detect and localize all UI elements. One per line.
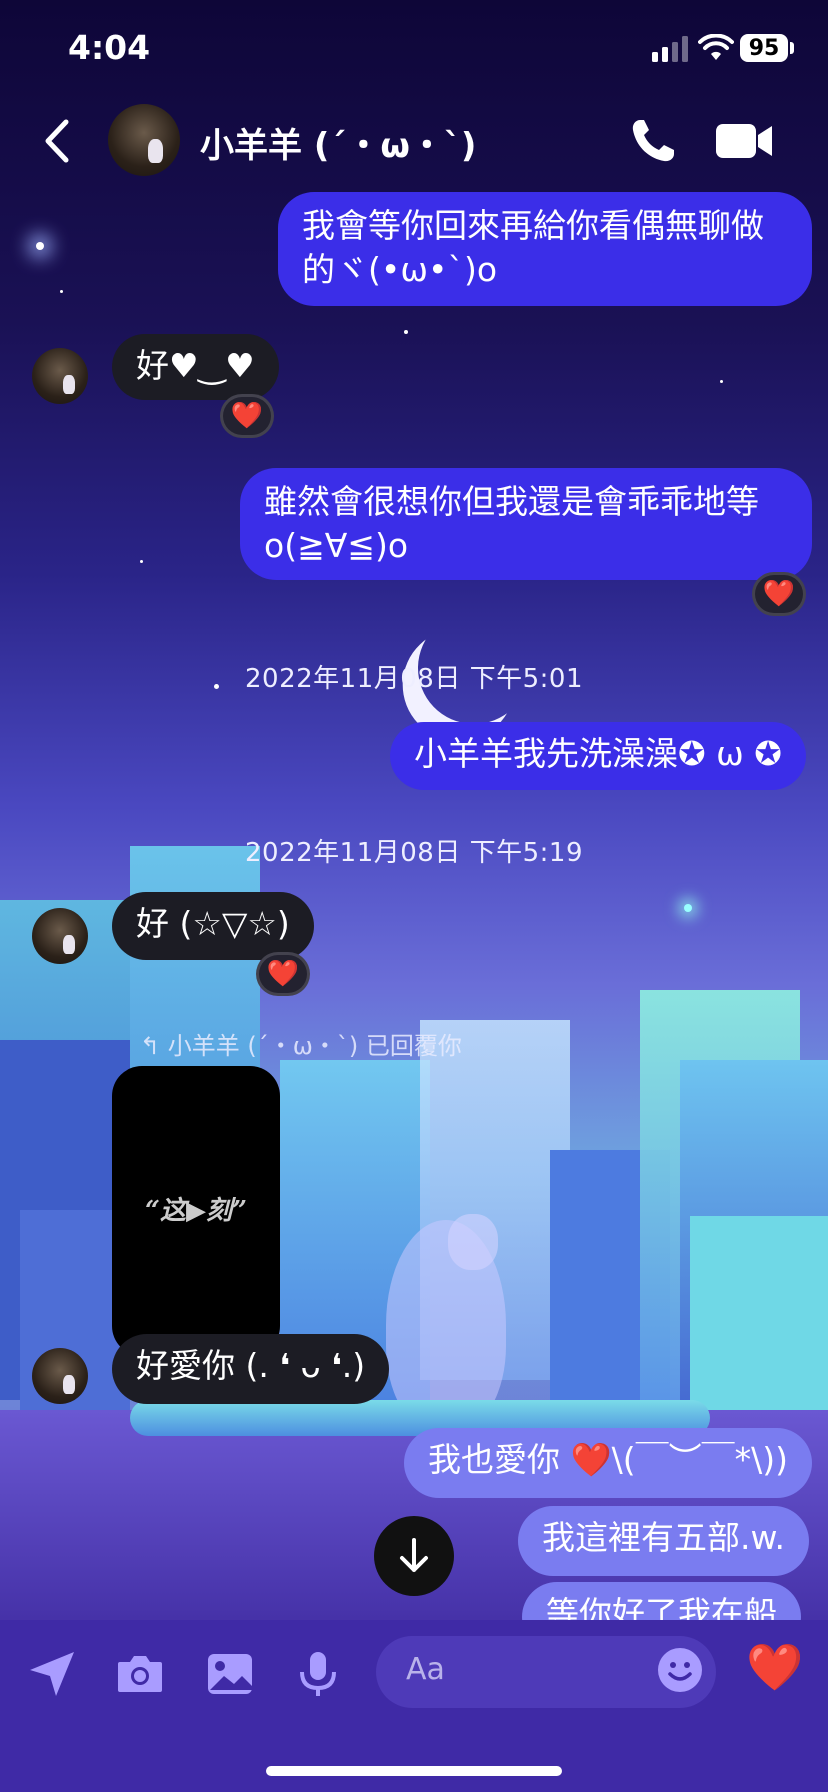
chat-screen: 4:04 95 小羊羊 (´・ω・`) 我會等你回來再給你看偶無聊做 的ヾ(•ω… xyxy=(0,0,828,1792)
outgoing-message[interactable]: 我會等你回來再給你看偶無聊做 的ヾ(•ω•`)o xyxy=(278,192,812,306)
like-heart-button[interactable]: ❤️ xyxy=(746,1640,803,1695)
outgoing-message[interactable]: 我這裡有五部.w. xyxy=(518,1506,809,1576)
reply-arrow-icon: ↰ xyxy=(140,1032,168,1060)
location-arrow-icon[interactable] xyxy=(26,1648,78,1700)
outgoing-message[interactable]: 小羊羊我先洗澡澡✪ ω ✪ xyxy=(390,722,806,790)
emoji-icon[interactable] xyxy=(656,1646,704,1694)
incoming-message[interactable]: 好 (☆▽☆) xyxy=(112,892,314,960)
contact-name[interactable]: 小羊羊 (´・ω・`) xyxy=(200,118,476,167)
video-call-icon[interactable] xyxy=(714,120,776,162)
incoming-message[interactable]: 好愛你 (. ❛ ᴗ ❛.) xyxy=(112,1334,390,1404)
message-text-line: 雖然會很想你但我還是會乖乖地等 xyxy=(264,482,759,521)
sender-avatar[interactable] xyxy=(32,1348,88,1404)
status-time: 4:04 xyxy=(68,28,151,67)
sender-avatar[interactable] xyxy=(32,908,88,964)
message-timestamp: 2022年11月08日 下午5:01 xyxy=(245,664,583,694)
reaction-heart[interactable]: ❤️ xyxy=(752,572,806,616)
home-indicator xyxy=(266,1766,562,1776)
message-input-placeholder: Aa xyxy=(406,1652,445,1687)
wifi-icon xyxy=(698,34,734,60)
camera-icon[interactable] xyxy=(114,1648,166,1700)
reply-note: ↰ 小羊羊 (´・ω・`) 已回覆你 xyxy=(140,1026,462,1061)
message-text-line: 的ヾ(•ω•`)o xyxy=(302,250,498,289)
outgoing-message[interactable]: 雖然會很想你但我還是會乖乖地等 o(≧∀≦)o xyxy=(240,468,812,580)
outgoing-message[interactable]: 我也愛你 ❤️\(￣︶￣*\)) xyxy=(404,1428,812,1498)
incoming-message[interactable]: 好♥‿♥ xyxy=(112,334,279,400)
cellular-signal-icon xyxy=(652,36,688,62)
gallery-image-icon[interactable] xyxy=(204,1648,256,1700)
contact-avatar[interactable] xyxy=(108,104,180,176)
scroll-to-bottom-button[interactable] xyxy=(374,1516,454,1596)
battery-tip xyxy=(790,42,794,54)
reply-note-text: 小羊羊 (´・ω・`) 已回覆你 xyxy=(167,1032,462,1060)
sender-avatar[interactable] xyxy=(32,348,88,404)
message-timestamp: 2022年11月08日 下午5:19 xyxy=(245,838,583,868)
arrow-down-icon xyxy=(400,1538,428,1572)
reaction-heart[interactable]: ❤️ xyxy=(220,394,274,438)
back-chevron-icon[interactable] xyxy=(40,118,74,164)
phone-call-icon[interactable] xyxy=(628,116,678,166)
video-message-thumbnail[interactable]: “这▶刻” xyxy=(112,1066,280,1356)
video-caption: “这▶刻” xyxy=(145,1196,247,1226)
message-text-line: 我會等你回來再給你看偶無聊做 xyxy=(302,206,764,245)
message-text-line: o(≧∀≦)o xyxy=(264,526,409,565)
battery-indicator: 95 xyxy=(740,34,788,62)
microphone-icon[interactable] xyxy=(292,1648,344,1700)
reaction-heart[interactable]: ❤️ xyxy=(256,952,310,996)
